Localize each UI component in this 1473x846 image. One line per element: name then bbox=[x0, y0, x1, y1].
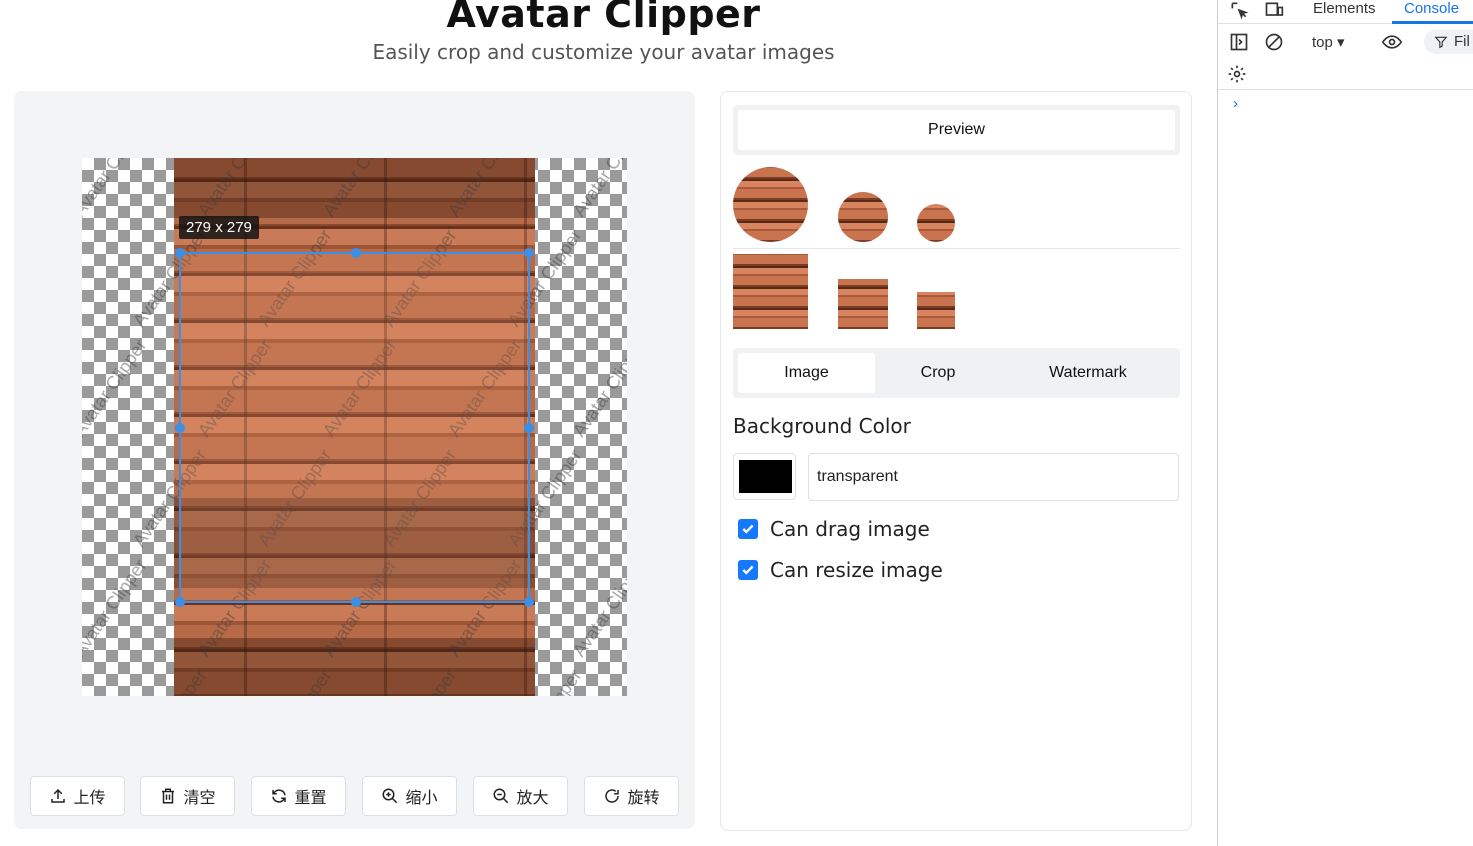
watermark-text: Avatar Clipper bbox=[569, 556, 627, 661]
crop-handle-right[interactable] bbox=[524, 423, 534, 433]
tab-watermark[interactable]: Watermark bbox=[1001, 353, 1175, 393]
inspect-element-icon[interactable] bbox=[1229, 0, 1249, 20]
devtools-tab-elements[interactable]: Elements bbox=[1313, 0, 1376, 17]
can-resize-checkbox[interactable] bbox=[738, 560, 758, 580]
settings-tabs: Image Crop Watermark bbox=[733, 348, 1180, 398]
watermark-text: Avatar Clipper bbox=[82, 226, 86, 331]
zoom-out-icon bbox=[493, 788, 509, 804]
color-swatch-fill bbox=[739, 460, 792, 493]
clear-button[interactable]: 清空 bbox=[140, 776, 235, 816]
upload-button[interactable]: 上传 bbox=[30, 776, 125, 816]
crop-canvas[interactable]: Avatar Clipper Avatar Clipper Avatar Clipp… bbox=[82, 158, 627, 696]
console-filter-label: Fil bbox=[1454, 33, 1470, 50]
watermark-text: Avatar Clipper bbox=[82, 666, 86, 696]
background-color-label: Background Color bbox=[733, 414, 911, 438]
zoom-in-button[interactable]: 放大 bbox=[473, 776, 568, 816]
settings-gear-icon[interactable] bbox=[1227, 64, 1247, 84]
preview-round-large bbox=[733, 167, 808, 242]
page-subtitle: Easily crop and customize your avatar im… bbox=[372, 40, 835, 64]
watermark-text: Avatar Clipper bbox=[82, 336, 151, 441]
check-icon bbox=[742, 524, 754, 534]
reset-button-label: 重置 bbox=[294, 788, 327, 807]
crop-handle-top-left[interactable] bbox=[175, 248, 185, 258]
watermark-text: Avatar Clipper bbox=[82, 556, 151, 661]
can-resize-label: Can resize image bbox=[770, 558, 943, 582]
rotate-icon bbox=[605, 789, 620, 803]
crop-handle-bottom-right[interactable] bbox=[524, 597, 534, 607]
context-selector-label: top bbox=[1312, 34, 1333, 51]
tab-preview[interactable]: Preview bbox=[738, 110, 1175, 150]
tab-crop[interactable]: Crop bbox=[875, 353, 1001, 393]
zoom-in-button-label: 放大 bbox=[516, 788, 549, 807]
crop-handle-bottom-left[interactable] bbox=[175, 597, 185, 607]
refresh-icon bbox=[272, 789, 287, 803]
preview-square-medium bbox=[838, 279, 888, 329]
crop-size-label: 279 x 279 bbox=[179, 216, 259, 239]
devtools-tab-bar: Elements Console bbox=[1218, 0, 1473, 24]
rotate-button-label: 旋转 bbox=[627, 788, 660, 807]
rotate-button[interactable]: 旋转 bbox=[584, 776, 679, 816]
sidebar-toggle-icon[interactable] bbox=[1229, 32, 1249, 52]
active-tab-indicator bbox=[1392, 21, 1473, 24]
eye-icon[interactable] bbox=[1380, 32, 1404, 52]
settings-panel: Preview Image Crop Watermark Background … bbox=[720, 91, 1192, 831]
clear-console-icon[interactable] bbox=[1264, 32, 1284, 52]
trash-icon bbox=[162, 788, 175, 804]
check-icon bbox=[742, 565, 754, 575]
watermark-text: Avatar Clipper bbox=[82, 446, 86, 551]
can-resize-checkbox-row[interactable]: Can resize image bbox=[738, 558, 943, 582]
console-toolbar: top ▾ Fil bbox=[1218, 28, 1473, 90]
editor-toolbar: 上传 清空 重置 缩小 放大 旋转 bbox=[30, 776, 680, 816]
preview-round-medium bbox=[838, 192, 888, 242]
preview-round-small bbox=[917, 204, 955, 242]
device-toolbar-icon[interactable] bbox=[1264, 0, 1284, 20]
watermark-text: Avatar Clipper bbox=[82, 158, 151, 220]
devtools-tab-console[interactable]: Console bbox=[1404, 0, 1459, 17]
watermark-text: Avatar Clipper bbox=[569, 336, 627, 441]
context-selector[interactable]: top ▾ bbox=[1312, 33, 1345, 51]
tab-image[interactable]: Image bbox=[738, 353, 875, 393]
background-color-input[interactable] bbox=[808, 453, 1179, 501]
preview-divider bbox=[733, 248, 1180, 249]
zoom-out-button[interactable]: 缩小 bbox=[362, 776, 457, 816]
clear-button-label: 清空 bbox=[183, 788, 216, 807]
console-prompt[interactable]: › bbox=[1233, 95, 1238, 112]
preview-square-large bbox=[733, 254, 808, 329]
devtools-panel: Elements Console top ▾ Fil › bbox=[1217, 0, 1473, 846]
console-filter-input[interactable]: Fil bbox=[1424, 30, 1473, 54]
can-drag-checkbox-row[interactable]: Can drag image bbox=[738, 517, 930, 541]
upload-button-label: 上传 bbox=[73, 788, 106, 807]
preview-tab-bar: Preview bbox=[733, 105, 1180, 155]
zoom-in-icon bbox=[382, 788, 398, 804]
crop-box[interactable] bbox=[175, 248, 534, 607]
avatar-clipper-app: Avatar Clipper Easily crop and customize… bbox=[0, 0, 1217, 846]
can-drag-label: Can drag image bbox=[770, 517, 930, 541]
watermark-text: Avatar Clipper bbox=[569, 158, 627, 220]
filter-icon bbox=[1434, 36, 1448, 49]
can-drag-checkbox[interactable] bbox=[738, 519, 758, 539]
upload-icon bbox=[51, 788, 66, 803]
crop-handle-left[interactable] bbox=[175, 423, 185, 433]
page-title: Avatar Clipper bbox=[446, 0, 761, 36]
reset-button[interactable]: 重置 bbox=[251, 776, 346, 816]
preview-square-small bbox=[917, 292, 955, 329]
zoom-out-button-label: 缩小 bbox=[405, 788, 438, 807]
color-swatch[interactable] bbox=[733, 453, 796, 500]
crop-handle-bottom[interactable] bbox=[351, 597, 361, 607]
crop-handle-top[interactable] bbox=[351, 248, 361, 258]
editor-area: Avatar Clipper Avatar Clipper Avatar Clipp… bbox=[14, 91, 695, 829]
crop-handle-top-right[interactable] bbox=[524, 248, 534, 258]
